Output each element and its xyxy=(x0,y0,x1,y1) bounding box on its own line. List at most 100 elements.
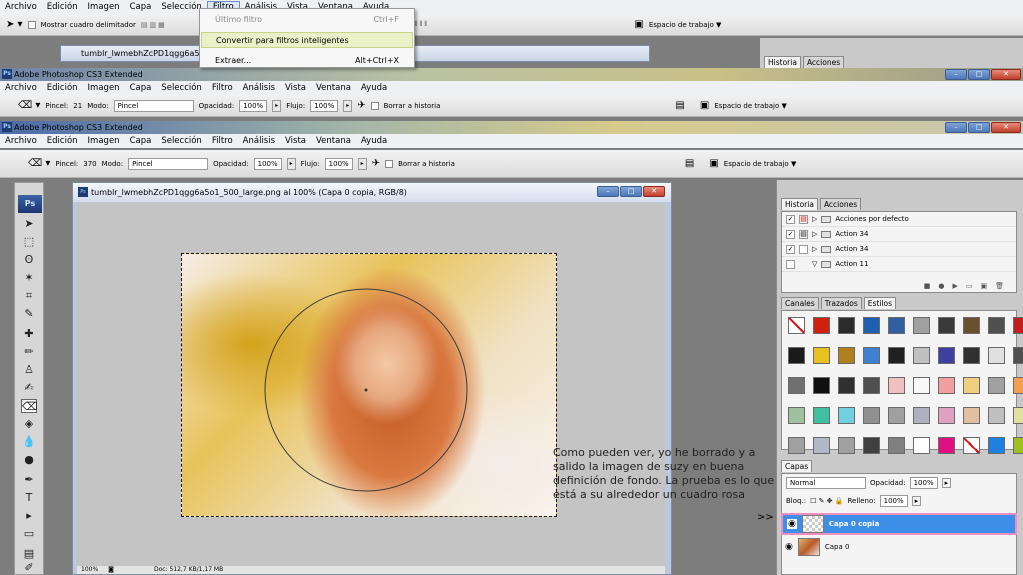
menu-capa[interactable]: Capa xyxy=(125,2,157,12)
erase-history-checkbox[interactable] xyxy=(385,159,394,168)
palette-icon[interactable]: ▤ xyxy=(685,158,694,169)
layer-opacity-field[interactable]: 100% xyxy=(909,477,938,489)
style-swatch[interactable] xyxy=(938,437,955,454)
layer-name[interactable]: Capa 0 copia xyxy=(829,520,879,528)
layer-opacity-spin[interactable]: ▸ xyxy=(941,478,952,488)
style-swatch[interactable] xyxy=(788,347,805,364)
menu-archivo[interactable]: Archivo xyxy=(0,136,42,146)
palette-icon[interactable]: ▤ xyxy=(675,100,684,111)
flow-field[interactable]: 100% xyxy=(310,99,339,112)
style-swatch[interactable] xyxy=(888,437,905,454)
layer-row-selected[interactable]: ◉ Capa 0 copia xyxy=(781,513,1017,535)
maximize-button[interactable]: □ xyxy=(968,122,990,133)
style-swatch[interactable] xyxy=(963,347,980,364)
tab-acciones-back[interactable]: Acciones xyxy=(802,56,845,68)
menu-edicion[interactable]: Edición xyxy=(42,83,83,93)
status-icon[interactable]: ◙ xyxy=(108,566,114,574)
layer-name[interactable]: Capa 0 xyxy=(825,543,850,551)
style-swatch[interactable] xyxy=(938,377,955,394)
healing-tool-icon[interactable]: ✚ xyxy=(21,327,37,341)
menu-imagen[interactable]: Imagen xyxy=(83,136,125,146)
marquee-tool-icon[interactable]: ⬚ xyxy=(21,235,37,249)
style-swatch[interactable] xyxy=(1013,437,1023,454)
style-swatch[interactable] xyxy=(813,347,830,364)
eraser-tool-icon[interactable]: ⌫ xyxy=(21,399,38,413)
style-swatch[interactable] xyxy=(788,317,805,334)
type-tool-icon[interactable]: T xyxy=(21,491,37,505)
style-swatch[interactable] xyxy=(838,377,855,394)
brush-size[interactable]: 370 xyxy=(83,160,96,168)
style-swatch[interactable] xyxy=(988,317,1005,334)
eye-icon[interactable]: ◉ xyxy=(787,519,797,529)
history-brush-icon[interactable]: ✍ xyxy=(21,381,37,395)
style-swatch[interactable] xyxy=(863,347,880,364)
style-swatch[interactable] xyxy=(913,437,930,454)
style-swatch[interactable] xyxy=(888,347,905,364)
style-swatch[interactable] xyxy=(938,317,955,334)
airbrush-icon[interactable]: ✈ xyxy=(357,100,365,111)
mode-select[interactable]: Pincel xyxy=(128,157,209,170)
flow-field[interactable]: 100% xyxy=(324,157,353,170)
style-swatch[interactable] xyxy=(863,377,880,394)
doc-maximize-button[interactable]: □ xyxy=(620,186,642,197)
menu-ayuda[interactable]: Ayuda xyxy=(356,136,392,146)
flow-spin[interactable]: ▸ xyxy=(343,99,353,112)
menu-seleccion[interactable]: Selección xyxy=(156,136,207,146)
style-swatch[interactable] xyxy=(788,407,805,424)
style-swatch[interactable] xyxy=(863,437,880,454)
menu-item-last-filter[interactable]: Último filtro Ctrl+F xyxy=(201,11,413,27)
bounding-box-checkbox[interactable] xyxy=(27,20,36,29)
magic-wand-icon[interactable]: ✶ xyxy=(21,271,37,285)
workspace-icon[interactable]: ▣ xyxy=(634,19,643,30)
maximize-button[interactable]: □ xyxy=(968,69,990,80)
blend-mode-select[interactable]: Normal xyxy=(786,477,866,489)
style-swatch[interactable] xyxy=(963,437,980,454)
minimize-button[interactable]: – xyxy=(945,122,967,133)
lasso-tool-icon[interactable]: ʘ xyxy=(21,253,37,267)
blur-tool-icon[interactable]: 💧 xyxy=(21,435,37,449)
close-button[interactable]: ✕ xyxy=(991,122,1021,133)
align-icons[interactable]: ▤▥▦ xyxy=(141,21,167,29)
style-swatch[interactable] xyxy=(913,347,930,364)
style-swatch[interactable] xyxy=(988,347,1005,364)
style-swatch[interactable] xyxy=(938,407,955,424)
menu-vista[interactable]: Vista xyxy=(280,83,311,93)
close-button[interactable]: ✕ xyxy=(991,69,1021,80)
tab-capas[interactable]: Capas xyxy=(781,460,813,472)
tab-acciones[interactable]: Acciones xyxy=(819,198,862,210)
menu-ayuda[interactable]: Ayuda xyxy=(356,83,392,93)
opacity-field[interactable]: 100% xyxy=(239,99,268,112)
menu-item-extract[interactable]: Extraer... Alt+Ctrl+X xyxy=(201,52,413,68)
menu-edicion[interactable]: Edición xyxy=(42,136,83,146)
menu-capa[interactable]: Capa xyxy=(125,83,157,93)
action-row[interactable]: ✓ ▤ ▷ Action 34 xyxy=(782,227,1016,242)
crop-tool-icon[interactable]: ⌗ xyxy=(21,289,37,303)
brush-tool-icon[interactable]: ✏ xyxy=(21,345,37,359)
eraser-tool-icon[interactable]: ⌫ ▾ xyxy=(28,158,50,169)
menu-imagen[interactable]: Imagen xyxy=(83,83,125,93)
menu-archivo[interactable]: Archivo xyxy=(0,83,42,93)
style-swatch[interactable] xyxy=(963,317,980,334)
zoom-level[interactable]: 100% xyxy=(81,566,98,574)
slice-tool-icon[interactable]: ✎ xyxy=(21,307,37,321)
workspace-button[interactable]: Espacio de trabajo ▼ xyxy=(714,102,787,110)
style-swatch[interactable] xyxy=(963,377,980,394)
style-swatch[interactable] xyxy=(788,377,805,394)
workspace-icon[interactable]: ▣ xyxy=(709,158,718,169)
airbrush-icon[interactable]: ✈ xyxy=(372,158,380,169)
doc-close-button[interactable]: ✕ xyxy=(643,186,665,197)
workspace-icon[interactable]: ▣ xyxy=(700,100,709,111)
style-swatch[interactable] xyxy=(963,407,980,424)
style-swatch[interactable] xyxy=(863,317,880,334)
menu-vista[interactable]: Vista xyxy=(280,136,311,146)
tab-trazados[interactable]: Trazados xyxy=(820,297,862,309)
menu-item-smart-filters[interactable]: Convertir para filtros inteligentes xyxy=(201,32,413,48)
document-titlebar[interactable]: Ps tumblr_lwmebhZcPD1qgg6a5o1_500_large.… xyxy=(73,183,671,202)
opacity-spin[interactable]: ▸ xyxy=(286,157,296,170)
action-row[interactable]: ✓ ▷ Action 34 xyxy=(782,242,1016,257)
stamp-tool-icon[interactable]: ♙ xyxy=(21,363,37,377)
style-swatch[interactable] xyxy=(813,407,830,424)
paint-bucket-icon[interactable]: ◈ xyxy=(21,417,37,431)
tab-historia[interactable]: Historia xyxy=(781,198,818,210)
menu-analisis[interactable]: Análisis xyxy=(238,83,280,93)
